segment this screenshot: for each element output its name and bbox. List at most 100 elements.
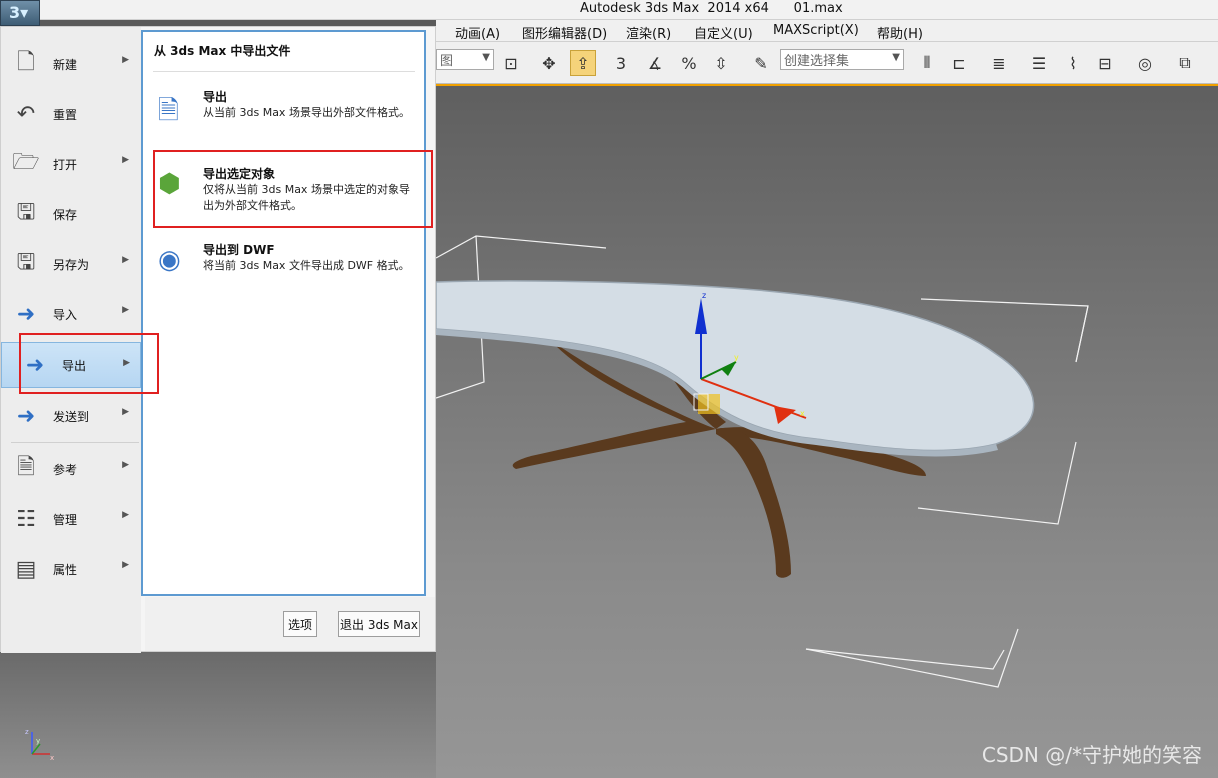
viewport-axis-tripod: z y x	[25, 728, 54, 762]
application-button[interactable]: 3▾	[0, 0, 40, 26]
send-to-icon: ➜	[16, 403, 36, 429]
curve-editor-icon[interactable]: ⌇	[1060, 50, 1086, 76]
menu-help[interactable]: 帮助(H)	[877, 23, 923, 42]
reference-coordinate-combo[interactable]: 图 ▼	[436, 49, 494, 70]
submenu-item-export-selected[interactable]: ⬢ 导出选定对象 仅将从当前 3ds Max 场景中选定的对象导出为外部文件格式…	[156, 165, 418, 221]
exit-3dsmax-button[interactable]: 退出 3ds Max	[338, 611, 420, 637]
submenu-arrow-icon: ▶	[123, 358, 130, 368]
app-menu-item-export[interactable]: ➜ 导出 ▶	[1, 342, 141, 388]
export-icon: ➜	[25, 352, 45, 378]
perspective-viewport[interactable]: z y x	[436, 84, 1218, 778]
app-menu-item-reference[interactable]: 🗎 参考 ▶	[11, 448, 139, 490]
export-submenu: 从 3ds Max 中导出文件 🗎 导出 从当前 3ds Max 场景导出外部文…	[141, 30, 426, 596]
render-setup-icon[interactable]: ⧉	[1172, 50, 1198, 76]
save-as-icon: 🖫	[16, 250, 36, 275]
app-menu-label-properties: 属性	[53, 562, 78, 577]
app-menu-item-open[interactable]: 🗁 打开 ▶	[11, 143, 139, 185]
submenu-item-export[interactable]: 🗎 导出 从当前 3ds Max 场景导出外部文件格式。	[156, 88, 418, 144]
submenu-arrow-icon: ▶	[122, 155, 129, 165]
app-menu-item-properties[interactable]: ▤ 属性 ▶	[11, 548, 139, 590]
viewport-left-region	[0, 652, 436, 778]
app-menu-label-send-to: 发送到	[53, 409, 90, 424]
menu-customize[interactable]: 自定义(U)	[694, 23, 753, 42]
percent-snap-icon[interactable]: %	[676, 50, 702, 76]
export-dwf-icon: ◉	[158, 245, 181, 275]
submenu-desc-export-dwf: 将当前 3ds Max 文件导出成 DWF 格式。	[203, 259, 410, 272]
menu-separator	[11, 442, 139, 443]
app-menu-label-save-as: 另存为	[53, 257, 90, 272]
submenu-title-export-selected: 导出选定对象	[203, 167, 276, 181]
options-button[interactable]: 选项	[283, 611, 317, 637]
3dsmax-logo-icon: 3▾	[9, 3, 29, 22]
submenu-arrow-icon: ▶	[122, 255, 129, 265]
main-toolbar: 图 ▼ ⊡ ✥ ⇪ 3 ∡ % ⇳ ✎ 创建选择集 ▼ ⫴ ⊏ ≣ ☰ ⌇ ⊟ …	[436, 42, 1218, 84]
submenu-heading-divider	[153, 71, 415, 72]
app-menu-item-send-to[interactable]: ➜ 发送到 ▶	[11, 395, 139, 437]
percent-label: %	[681, 53, 697, 73]
menu-rendering[interactable]: 渲染(R)	[626, 23, 671, 42]
open-folder-icon: 🗁	[12, 150, 40, 175]
menu-animation[interactable]: 动画(A)	[455, 23, 500, 42]
save-icon: 🖫	[16, 200, 36, 225]
import-icon: ➜	[16, 301, 36, 327]
angle-snap-icon[interactable]: ∡	[642, 50, 668, 76]
submenu-title-export: 导出	[203, 90, 228, 104]
material-editor-icon[interactable]: ◎	[1132, 50, 1158, 76]
app-menu-item-manage[interactable]: ☷ 管理 ▶	[11, 498, 139, 540]
app-menu-item-save-as[interactable]: 🖫 另存为 ▶	[11, 243, 139, 285]
snap-label: 3	[615, 53, 627, 73]
mirror-icon[interactable]: ⫴	[914, 50, 940, 76]
submenu-desc-export-selected: 仅将从当前 3ds Max 场景中选定的对象导出为外部文件格式。	[203, 183, 410, 212]
selection-set-placeholder: 创建选择集	[784, 54, 850, 69]
schematic-view-icon[interactable]: ⊟	[1092, 50, 1118, 76]
export-file-icon: 🗎	[158, 96, 179, 126]
snap-toggle-icon[interactable]: 3	[608, 50, 634, 76]
app-menu-label-open: 打开	[53, 157, 78, 172]
edit-named-selection-icon[interactable]: ✎	[748, 50, 774, 76]
submenu-arrow-icon: ▶	[122, 55, 129, 65]
axis-label-z: z	[25, 728, 29, 736]
reset-icon: ↶	[16, 101, 36, 127]
spinner-snap-icon[interactable]: ⇳	[708, 50, 734, 76]
app-menu-item-reset[interactable]: ↶ 重置	[11, 93, 139, 135]
submenu-arrow-icon: ▶	[122, 305, 129, 315]
app-menu-label-reference: 参考	[53, 462, 78, 477]
gizmo-label-z: z	[702, 291, 706, 300]
chevron-down-icon: ▼	[482, 52, 490, 63]
scene-explorer-icon[interactable]: ☰	[1026, 50, 1052, 76]
submenu-arrow-icon: ▶	[122, 460, 129, 470]
submenu-item-export-dwf[interactable]: ◉ 导出到 DWF 将当前 3ds Max 文件导出成 DWF 格式。	[156, 241, 418, 297]
app-menu-item-import[interactable]: ➜ 导入 ▶	[11, 293, 139, 335]
menu-maxscript[interactable]: MAXScript(X)	[773, 23, 859, 38]
manipulate-icon[interactable]: ⇪	[570, 50, 596, 76]
app-menu-item-new[interactable]: 🗋 新建 ▶	[11, 43, 139, 85]
menu-graph-editors[interactable]: 图形编辑器(D)	[522, 23, 607, 42]
align-icon[interactable]: ⊏	[946, 50, 972, 76]
app-menu-label-import: 导入	[53, 307, 78, 322]
viewport-scene: z y x	[436, 235, 1089, 688]
submenu-desc-export: 从当前 3ds Max 场景导出外部文件格式。	[203, 106, 410, 119]
app-menu-item-save[interactable]: 🖫 保存	[11, 193, 139, 235]
layer-manager-icon[interactable]: ≣	[986, 50, 1012, 76]
named-selection-set-combo[interactable]: 创建选择集 ▼	[780, 49, 904, 70]
app-menu-label-export: 导出	[62, 358, 87, 373]
watermark: CSDN @/*守护她的笑容	[981, 743, 1202, 767]
application-menu: 🗋 新建 ▶ ↶ 重置 🗁 打开 ▶ 🖫 保存 🖫 另存为 ▶ ➜ 导入 ▶ ➜	[0, 26, 436, 653]
axis-label-y: y	[36, 737, 40, 745]
transform-gizmo-icon[interactable]: ✥	[536, 50, 562, 76]
submenu-title-export-dwf: 导出到 DWF	[203, 243, 275, 257]
pivot-icon[interactable]: ⊡	[498, 50, 524, 76]
export-selected-icon: ⬢	[158, 169, 181, 199]
submenu-heading: 从 3ds Max 中导出文件	[154, 44, 291, 58]
submenu-arrow-icon: ▶	[122, 560, 129, 570]
properties-icon: ▤	[15, 556, 37, 582]
submenu-arrow-icon: ▶	[122, 407, 129, 417]
title-bar: Autodesk 3ds Max 2014 x64 01.max	[0, 0, 1218, 20]
submenu-arrow-icon: ▶	[122, 510, 129, 520]
app-menu-commands: 🗋 新建 ▶ ↶ 重置 🗁 打开 ▶ 🖫 保存 🖫 另存为 ▶ ➜ 导入 ▶ ➜	[1, 27, 141, 653]
chevron-down-icon: ▼	[892, 52, 900, 63]
gizmo-label-y: y	[734, 353, 739, 362]
viewport-active-border	[436, 84, 1218, 86]
app-menu-label-new: 新建	[53, 57, 78, 72]
axis-label-x: x	[50, 754, 54, 762]
